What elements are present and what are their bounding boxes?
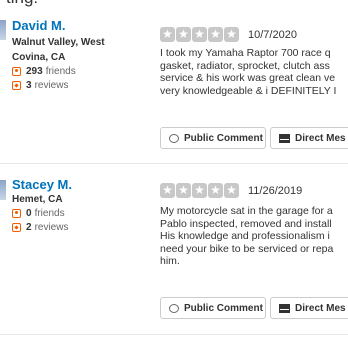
review-text: My motorcycle sat in the garage for a Pa… [160, 205, 348, 268]
user-location: Hemet, CA [12, 194, 63, 205]
avatar[interactable] [0, 180, 6, 200]
reviews-count: 3 [26, 80, 32, 91]
reviews-icon [12, 223, 21, 232]
reviews-label: reviews [34, 222, 69, 233]
star-icon: ★ [224, 27, 239, 42]
review-text-line: need your bike to be serviced or repa [160, 242, 334, 255]
reviews-stat: 3 reviews [12, 80, 68, 91]
reviews-stat: 2 reviews [12, 222, 68, 233]
review-divider [0, 334, 348, 335]
review-divider [0, 163, 348, 164]
friends-stat: 0 friends [12, 208, 65, 219]
friends-count: 0 [26, 208, 32, 219]
friends-label: friends [34, 208, 65, 219]
reviews-label: reviews [34, 80, 69, 91]
direct-message-label: Direct Mes [295, 132, 346, 144]
star-icon: ★ [160, 27, 175, 42]
star-icon: ★ [224, 183, 239, 198]
star-icon: ★ [160, 183, 175, 198]
star-rating: ★ ★ ★ ★ ★ [160, 183, 240, 198]
envelope-icon [279, 133, 290, 143]
review-text-line: service & his work was great clean ve [160, 72, 336, 84]
star-icon: ★ [208, 183, 223, 198]
user-location-line2: Covina, CA [12, 52, 66, 63]
friends-label: friends [45, 66, 76, 77]
reviews-count: 2 [26, 222, 32, 233]
review-date: 10/7/2020 [248, 29, 297, 41]
section-heading-fragment: ting: [6, 0, 38, 8]
review-text-line: His knowledge and professionalism i [160, 230, 330, 242]
review-text: I took my Yamaha Raptor 700 race q gaske… [160, 47, 348, 97]
public-comment-label: Public Comment [184, 132, 263, 144]
reviews-icon [12, 81, 21, 90]
avatar[interactable] [0, 20, 6, 40]
friends-stat: 293 friends [12, 66, 76, 77]
comment-bubble-icon [169, 303, 179, 313]
user-name-link[interactable]: David M. [12, 18, 65, 33]
friends-count: 293 [26, 66, 43, 77]
review-text-line: gasket, radiator, sprocket, clutch ass [160, 59, 330, 72]
envelope-icon [279, 303, 290, 313]
review-text-line: very knowledgeable & i DEFINITELY I [160, 84, 337, 97]
user-name-link[interactable]: Stacey M. [12, 177, 72, 192]
star-rating: ★ ★ ★ ★ ★ [160, 27, 240, 42]
user-location: Walnut Valley, West [12, 37, 105, 48]
star-icon: ★ [192, 183, 207, 198]
review-date: 11/26/2019 [248, 185, 303, 197]
direct-message-button[interactable]: Direct Mes [270, 297, 348, 319]
star-icon: ★ [208, 27, 223, 42]
star-icon: ★ [192, 27, 207, 42]
star-icon: ★ [176, 27, 191, 42]
friends-icon [12, 67, 21, 76]
direct-message-button[interactable]: Direct Mes [270, 127, 348, 149]
public-comment-label: Public Comment [184, 302, 263, 314]
review-text-line: I took my Yamaha Raptor 700 race q [160, 47, 331, 59]
review-text-line: Pablo inspected, removed and install [160, 217, 332, 230]
direct-message-label: Direct Mes [295, 302, 346, 314]
review-text-line: him. [160, 255, 180, 267]
review-text-line: My motorcycle sat in the garage for a [160, 205, 333, 217]
friends-icon [12, 209, 21, 218]
public-comment-button[interactable]: Public Comment [160, 297, 266, 319]
star-icon: ★ [176, 183, 191, 198]
public-comment-button[interactable]: Public Comment [160, 127, 266, 149]
comment-bubble-icon [169, 133, 179, 143]
